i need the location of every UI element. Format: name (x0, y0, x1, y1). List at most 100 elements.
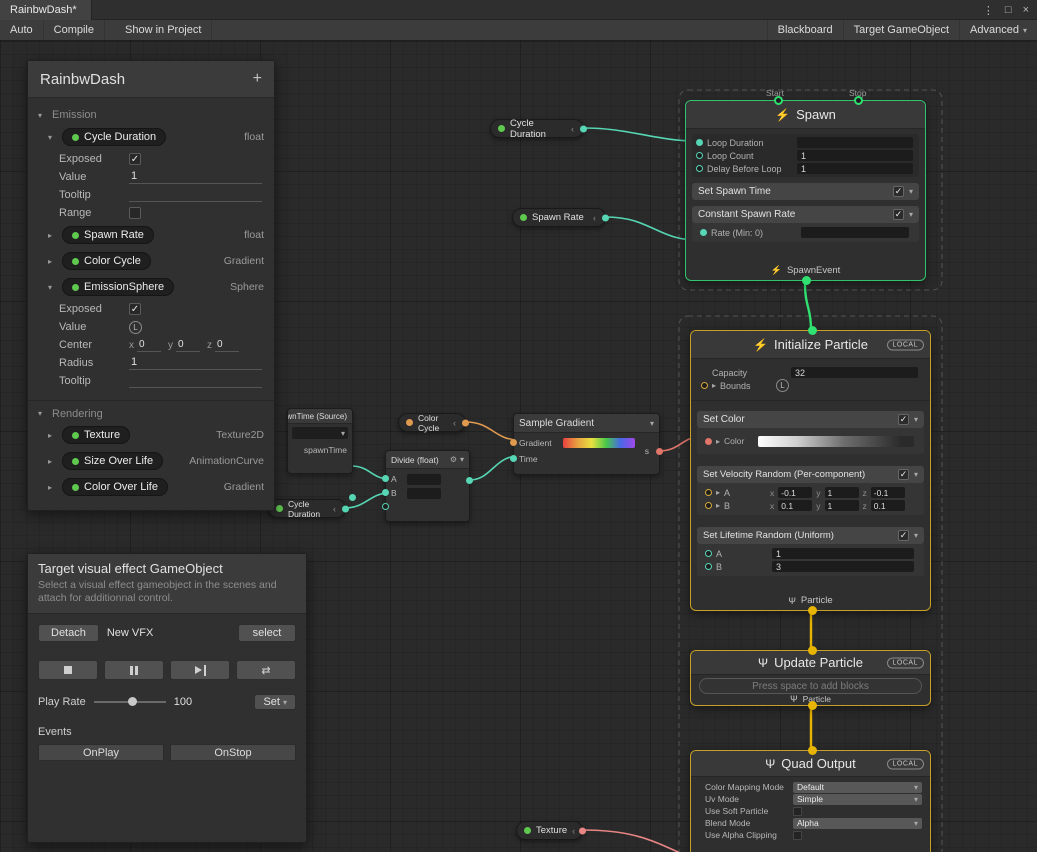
chevron-down-icon[interactable]: ▾ (460, 455, 464, 464)
chevron-right-icon[interactable]: ▸ (716, 488, 720, 497)
param-node-cycle-duration-1[interactable]: Cycle Duration ‹ (490, 119, 584, 138)
constant-spawn-rate-block[interactable]: Constant Spawn Rate ✓ ▾ Rate (Min: 0) (692, 206, 919, 242)
bounds-port[interactable] (701, 382, 708, 389)
chevron-down-icon[interactable]: ▾ (650, 419, 654, 428)
chevron-right-icon[interactable]: ▸ (48, 231, 58, 240)
chevron-right-icon[interactable]: ▸ (48, 431, 58, 440)
chevron-down-icon[interactable]: ▾ (48, 283, 58, 292)
center-x-field[interactable]: 0 (137, 339, 161, 352)
color-port[interactable] (705, 438, 712, 445)
update-output-port[interactable] (808, 701, 817, 710)
play-rate-slider[interactable] (94, 701, 166, 703)
param-row-color-over-life[interactable]: ▸ Color Over Life Gradient (28, 474, 274, 500)
param-row-size-over-life[interactable]: ▸ Size Over Life AnimationCurve (28, 448, 274, 474)
advanced-dropdown-button[interactable]: Advanced▾ (959, 20, 1037, 40)
show-in-project-button[interactable]: Show in Project (115, 20, 212, 40)
chevron-right-icon[interactable]: ▸ (48, 483, 58, 492)
param-node-cycle-duration-2[interactable]: Cycle Duration ‹ (268, 499, 346, 518)
gear-icon[interactable]: ⚙ (450, 455, 457, 464)
exposed-checkbox[interactable]: ✓ (129, 153, 141, 165)
set-lifetime-random-block[interactable]: Set Lifetime Random (Uniform) ✓ ▾ A 1 B … (697, 527, 924, 576)
divide-b-field[interactable] (407, 488, 441, 499)
velocity-b-x-field[interactable]: 0.1 (778, 500, 812, 511)
divide-output-port[interactable] (466, 477, 473, 484)
tab-rainbwdash[interactable]: RainbwDash* (0, 0, 92, 20)
loop-duration-port[interactable] (696, 139, 703, 146)
window-close-icon[interactable]: × (1023, 4, 1029, 16)
cycle-duration-2-output-port[interactable] (342, 505, 349, 512)
param-node-color-cycle[interactable]: Color Cycle ‹ (398, 413, 466, 432)
category-rendering[interactable]: ▾ Rendering (28, 400, 274, 422)
sphere-tooltip-field[interactable] (129, 374, 262, 388)
initialize-output-port[interactable] (808, 606, 817, 615)
chevron-right-icon[interactable]: ▸ (712, 381, 716, 390)
collapse-icon[interactable]: ‹ (333, 504, 336, 514)
chevron-right-icon[interactable]: ▸ (716, 437, 720, 446)
constant-spawn-rate-enabled-checkbox[interactable]: ✓ (893, 209, 904, 220)
chevron-down-icon[interactable]: ▾ (909, 187, 913, 196)
velocity-a-y-field[interactable]: 1 (825, 487, 859, 498)
delay-before-loop-field[interactable]: 1 (797, 163, 913, 174)
divide-a-port[interactable] (382, 475, 389, 482)
onstop-button[interactable]: OnStop (170, 744, 296, 761)
color-cycle-output-port[interactable] (462, 419, 469, 426)
color-mapping-mode-dropdown[interactable]: Default▾ (793, 782, 922, 793)
update-input-port[interactable] (808, 646, 817, 655)
gradient-preview-field[interactable] (563, 438, 635, 448)
spawntime-operator-node[interactable]: spawnTime (Source) ▾ spawnTime (287, 408, 353, 474)
chevron-right-icon[interactable]: ▸ (716, 501, 720, 510)
collapse-icon[interactable]: ‹ (571, 124, 574, 134)
rate-field[interactable] (801, 227, 909, 238)
quad-output-node[interactable]: Ψ Quad Output LOCAL Color Mapping Mode D… (690, 750, 931, 852)
lifetime-a-port[interactable] (705, 550, 712, 557)
use-alpha-clipping-checkbox[interactable] (793, 831, 802, 840)
divide-operator-node[interactable]: Divide (float) ⚙ ▾ A B (385, 450, 470, 522)
sample-output-port[interactable] (656, 448, 663, 455)
texture-output-port[interactable] (579, 827, 586, 834)
set-velocity-random-block[interactable]: Set Velocity Random (Per-component) ✓ ▾ … (697, 466, 924, 515)
velocity-a-x-field[interactable]: -0.1 (778, 487, 812, 498)
use-soft-particle-checkbox[interactable] (793, 807, 802, 816)
gradient-input-port[interactable] (510, 439, 517, 446)
set-spawn-time-enabled-checkbox[interactable]: ✓ (893, 186, 904, 197)
tooltip-field[interactable] (129, 188, 262, 202)
set-color-enabled-checkbox[interactable]: ✓ (898, 414, 909, 425)
target-gameobject-toggle-button[interactable]: Target GameObject (843, 20, 959, 40)
delay-before-loop-port[interactable] (696, 165, 703, 172)
initialize-particle-node[interactable]: ⚡ Initialize Particle LOCAL Capacity 32 … (690, 330, 931, 611)
local-space-icon[interactable]: L (129, 321, 142, 334)
radius-field[interactable]: 1 (129, 356, 262, 370)
loop-count-port[interactable] (696, 152, 703, 159)
compile-button[interactable]: Compile (44, 20, 105, 40)
value-field[interactable]: 1 (129, 170, 262, 184)
chevron-down-icon[interactable]: ▾ (48, 133, 58, 142)
pause-button[interactable] (104, 660, 164, 680)
detach-button[interactable]: Detach (38, 624, 99, 642)
velocity-b-port[interactable] (705, 502, 712, 509)
chevron-down-icon[interactable]: ▾ (914, 470, 918, 479)
blend-mode-dropdown[interactable]: Alpha▾ (793, 818, 922, 829)
color-gradient-field[interactable] (758, 436, 914, 447)
play-rate-value[interactable]: 100 (174, 696, 192, 708)
stop-button[interactable] (38, 660, 98, 680)
set-lifetime-enabled-checkbox[interactable]: ✓ (898, 530, 909, 541)
range-checkbox[interactable] (129, 207, 141, 219)
chevron-down-icon[interactable]: ▾ (38, 111, 48, 120)
blackboard-toggle-button[interactable]: Blackboard (767, 20, 843, 40)
param-row-emission-sphere[interactable]: ▾ EmissionSphere Sphere (28, 274, 274, 300)
cycle-duration-output-port[interactable] (580, 125, 587, 132)
param-row-spawn-rate[interactable]: ▸ Spawn Rate float (28, 222, 274, 248)
param-node-texture[interactable]: Texture ‹ (516, 821, 583, 840)
param-row-cycle-duration[interactable]: ▾ Cycle Duration float (28, 124, 274, 150)
time-input-port[interactable] (510, 455, 517, 462)
spawnevent-output-port[interactable] (802, 276, 811, 285)
divide-a-field[interactable] (407, 474, 441, 485)
param-node-spawn-rate[interactable]: Spawn Rate ‹ (512, 208, 606, 227)
onplay-button[interactable]: OnPlay (38, 744, 164, 761)
attribute-location-dropdown[interactable]: ▾ (292, 427, 348, 439)
divide-b-port[interactable] (382, 489, 389, 496)
collapse-icon[interactable]: ‹ (453, 418, 456, 428)
velocity-b-z-field[interactable]: 0.1 (871, 500, 905, 511)
add-parameter-button[interactable]: + (253, 70, 262, 88)
slider-knob[interactable] (128, 697, 137, 706)
